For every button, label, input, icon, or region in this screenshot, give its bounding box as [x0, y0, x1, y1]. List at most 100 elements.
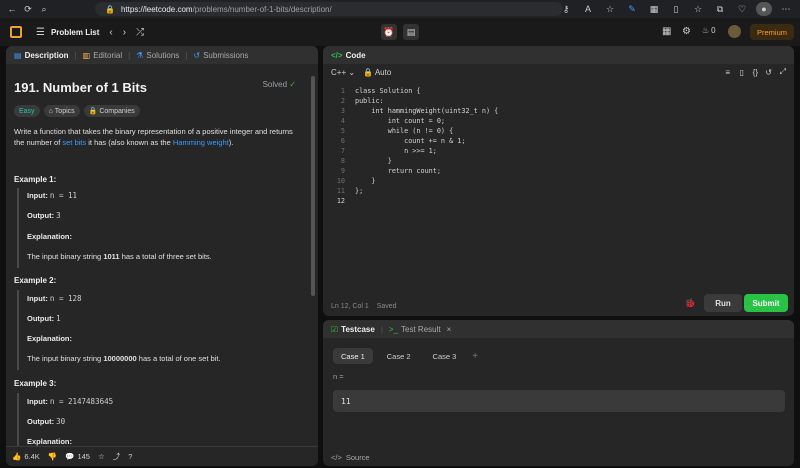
split-icon[interactable]: ▯ — [668, 2, 684, 16]
read-aloud-icon[interactable]: A — [580, 2, 596, 16]
result-icon: >_ — [388, 324, 399, 334]
case-tab[interactable]: Case 3 — [425, 348, 465, 364]
star-icon[interactable]: ☆ — [98, 452, 105, 461]
difficulty-chip: Easy — [14, 105, 40, 117]
example-output: Output: 30 — [27, 417, 65, 427]
code-editor[interactable]: 1 2 3 4 5 6 7 8 9 10 11 12 class Solutio… — [323, 80, 794, 316]
output-value: 1 — [56, 314, 61, 323]
input-value: n = 11 — [49, 191, 78, 200]
shuffle-icon[interactable]: ⤮ — [136, 27, 144, 38]
tab-label: Editorial — [93, 50, 123, 60]
comment-button[interactable]: 💬 145 — [65, 452, 90, 461]
hamming-weight-link[interactable]: Hamming weight — [173, 138, 229, 147]
tab-label: Test Result — [401, 324, 441, 334]
star-icon[interactable]: ☆ — [602, 2, 618, 16]
solved-label: Solved — [262, 80, 288, 89]
reload-icon[interactable]: ⟳ — [20, 2, 36, 16]
set-bits-link[interactable]: set bits — [62, 138, 86, 147]
testcase-input[interactable]: 11 — [333, 390, 785, 412]
tag-icon: ⌂ — [48, 107, 53, 115]
key-icon[interactable]: ⚷ — [558, 2, 574, 16]
share-icon[interactable]: ⤴ — [113, 451, 121, 462]
streak[interactable]: ♨ 0 — [702, 26, 716, 35]
code-toolbar: C++ ⌄ 🔒 Auto ≡ ▯ {} ↺ ⤢ — [323, 64, 794, 80]
avatar[interactable]: ● — [756, 2, 772, 16]
code-line: n >>= 1; — [355, 147, 437, 155]
tab-test-result[interactable]: >_ Test Result × — [389, 325, 451, 334]
history-icon: ↺ — [193, 50, 201, 60]
line-number: 8 — [340, 157, 345, 165]
address-bar[interactable]: 🔒 https://leetcode.com /problems/number-… — [95, 2, 563, 16]
lock-icon: 🔒 — [88, 108, 98, 115]
example-output: Output: 1 — [27, 314, 61, 324]
companies-chip[interactable]: 🔒 Companies — [83, 105, 140, 117]
description-panel: ▤ Description | ▥ Editorial | ⚗ Solution… — [6, 46, 318, 466]
tab-label: Solutions — [146, 50, 180, 60]
tab-solutions[interactable]: ⚗ Solutions — [136, 51, 179, 60]
reset-icon[interactable]: ↺ — [765, 68, 772, 77]
problem-list-link[interactable]: Problem List — [51, 28, 99, 37]
next-problem-icon[interactable]: › — [123, 27, 126, 38]
like-count: 6.4K — [24, 452, 40, 461]
tab-label: Submissions — [203, 50, 249, 60]
scrollbar[interactable] — [311, 76, 315, 296]
alarm-button[interactable]: ⏰ — [381, 24, 397, 40]
code-line: }; — [355, 187, 364, 195]
case-tab[interactable]: Case 1 — [333, 348, 373, 364]
avatar[interactable] — [728, 25, 741, 38]
example-input: Input: n = 11 — [27, 191, 77, 201]
input-value: n = 2147483645 — [49, 397, 114, 406]
explanation-pre: The input binary string — [27, 354, 102, 363]
output-value: 30 — [56, 417, 66, 426]
back-icon[interactable]: ← — [4, 2, 20, 16]
checkbox-icon: ☑ — [331, 324, 339, 334]
line-number: 1 — [340, 87, 345, 95]
extension-icon[interactable]: ▦ — [646, 2, 662, 16]
layout-icon[interactable]: ▦ — [662, 26, 671, 37]
format-icon[interactable]: ≡ — [725, 68, 730, 77]
tab-code[interactable]: </> Code — [331, 51, 366, 60]
help-icon[interactable]: ? — [128, 452, 132, 461]
line-number: 5 — [340, 127, 345, 135]
heart-icon[interactable]: ♡ — [734, 2, 750, 16]
explanation-post: has a total of three set bits. — [121, 252, 212, 261]
favorites-icon[interactable]: ☆ — [690, 2, 706, 16]
tab-submissions[interactable]: ↺ Submissions — [193, 51, 248, 60]
explanation-post: has a total of one set bit. — [138, 354, 221, 363]
collections-icon[interactable]: ⧉ — [712, 2, 728, 16]
tab-label: Description — [24, 50, 69, 60]
notes-button[interactable]: ▤ — [403, 24, 419, 40]
explanation-pre: The input binary string — [27, 252, 102, 261]
like-button[interactable]: 👍 6.4K — [12, 452, 40, 461]
list-icon[interactable]: ☰ — [36, 27, 45, 38]
tab-editorial[interactable]: ▥ Editorial — [83, 51, 122, 60]
example-box: Input: n = 128 Output: 1 Explanation: Th… — [17, 290, 297, 370]
language-select[interactable]: C++ ⌄ — [331, 68, 355, 77]
pen-icon[interactable]: ✎ — [624, 2, 640, 16]
debug-icon[interactable]: 🐞 — [685, 298, 696, 309]
mode-indicator[interactable]: 🔒 Auto — [363, 68, 391, 77]
run-button[interactable]: Run — [704, 294, 742, 312]
braces-icon[interactable]: {} — [753, 68, 758, 77]
leetcode-logo-icon[interactable] — [10, 26, 22, 38]
bookmark-icon[interactable]: ▯ — [740, 68, 744, 77]
case-tab[interactable]: Case 2 — [379, 348, 419, 364]
settings-icon[interactable]: ⚙ — [682, 26, 691, 37]
solved-status: Solved ✓ — [263, 80, 296, 89]
topics-chip[interactable]: ⌂ Topics — [43, 105, 80, 117]
search-icon[interactable]: ⌕ — [36, 2, 52, 16]
add-case-icon[interactable]: + — [472, 351, 478, 362]
submit-button[interactable]: Submit — [744, 294, 788, 312]
thumbs-down-icon[interactable]: 👎 — [48, 452, 57, 461]
menu-icon[interactable]: ⋯ — [778, 2, 794, 16]
source-link[interactable]: </> Source — [331, 453, 370, 462]
tab-description[interactable]: ▤ Description — [14, 51, 69, 60]
input-label: Input: — [27, 397, 48, 406]
tab-testcase[interactable]: ☑ Testcase — [331, 325, 375, 334]
fullscreen-icon[interactable]: ⤢ — [780, 67, 786, 77]
premium-button[interactable]: Premium — [750, 24, 794, 40]
close-icon[interactable]: × — [447, 325, 452, 334]
code-line: class Solution { — [355, 87, 421, 95]
explanation-label: Explanation: — [27, 334, 73, 343]
prev-problem-icon[interactable]: ‹ — [109, 27, 112, 38]
